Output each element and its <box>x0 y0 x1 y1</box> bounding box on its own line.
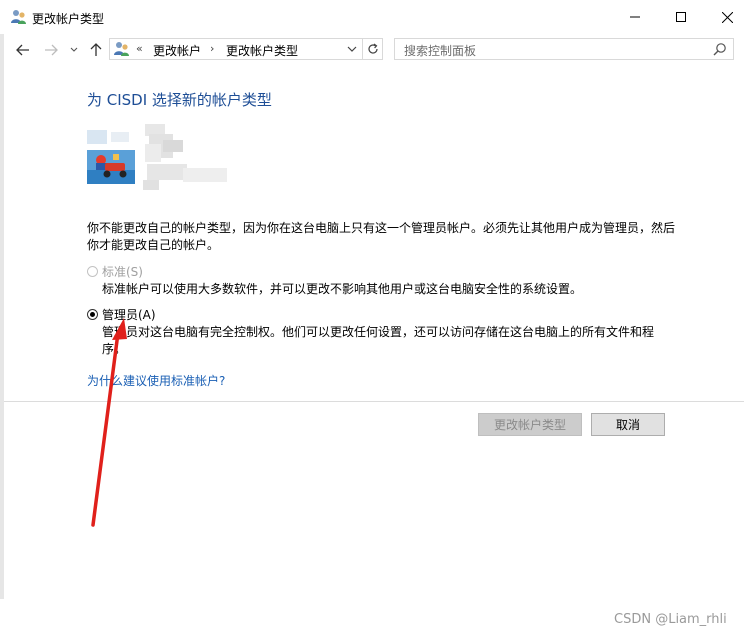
refresh-button[interactable] <box>363 38 383 60</box>
search-icon[interactable] <box>713 42 727 56</box>
breadcrumb-change-account-type[interactable]: 更改帐户类型 <box>226 42 298 59</box>
account-name-redacted <box>143 124 233 192</box>
forward-button[interactable] <box>41 40 61 60</box>
page-heading: 为 CISDI 选择新的帐户类型 <box>87 91 272 109</box>
recent-locations-button[interactable] <box>67 40 81 60</box>
back-button[interactable] <box>13 40 33 60</box>
standard-label: 标准(S) <box>102 265 143 279</box>
watermark: CSDN @Liam_rhli <box>614 612 727 627</box>
title-bar: 更改帐户类型 <box>0 0 744 34</box>
standard-account-option: 标准(S) <box>87 263 143 280</box>
breadcrumb-separator-icon[interactable]: › <box>210 42 214 55</box>
cancel-button[interactable]: 取消 <box>591 413 665 436</box>
refresh-icon <box>367 43 378 54</box>
administrator-account-option[interactable]: 管理员(A) <box>87 306 156 323</box>
user-accounts-icon <box>10 9 28 25</box>
close-button[interactable] <box>704 0 744 34</box>
user-avatar <box>87 130 135 184</box>
window-title: 更改帐户类型 <box>32 12 105 26</box>
search-input[interactable]: 搜索控制面板 <box>394 38 734 60</box>
background-window-edge <box>0 34 4 599</box>
address-dropdown-icon[interactable] <box>346 43 358 55</box>
info-description: 你不能更改自己的帐户类型，因为你在这台电脑上只有这一个管理员帐户。必须先让其他用… <box>87 221 676 252</box>
maximize-button[interactable] <box>658 0 704 34</box>
breadcrumb-change-account[interactable]: 更改帐户 <box>153 42 201 59</box>
standard-description: 标准帐户可以使用大多数软件，并可以更改不影响其他用户或这台电脑安全性的系统设置。 <box>102 282 583 296</box>
control-panel-users-icon <box>113 41 131 57</box>
footer-divider <box>4 401 744 402</box>
search-placeholder: 搜索控制面板 <box>404 44 477 58</box>
address-bar[interactable]: « 更改帐户 › 更改帐户类型 <box>109 38 363 60</box>
administrator-description: 管理员对这台电脑有完全控制权。他们可以更改任何设置，还可以访问存储在这台电脑上的… <box>102 325 655 356</box>
administrator-radio[interactable] <box>87 309 98 320</box>
why-standard-account-link[interactable]: 为什么建议使用标准帐户? <box>87 372 225 389</box>
breadcrumb-overflow-icon[interactable]: « <box>136 42 143 55</box>
change-account-type-button: 更改帐户类型 <box>478 413 582 436</box>
minimize-button[interactable] <box>612 0 658 34</box>
standard-radio <box>87 266 98 277</box>
change-account-type-window: 更改帐户类型 « 更改帐户 › 更改帐户类型 搜索控制面板 为 CISDI 选择… <box>0 0 744 635</box>
administrator-label[interactable]: 管理员(A) <box>102 306 156 323</box>
up-button[interactable] <box>86 40 106 60</box>
